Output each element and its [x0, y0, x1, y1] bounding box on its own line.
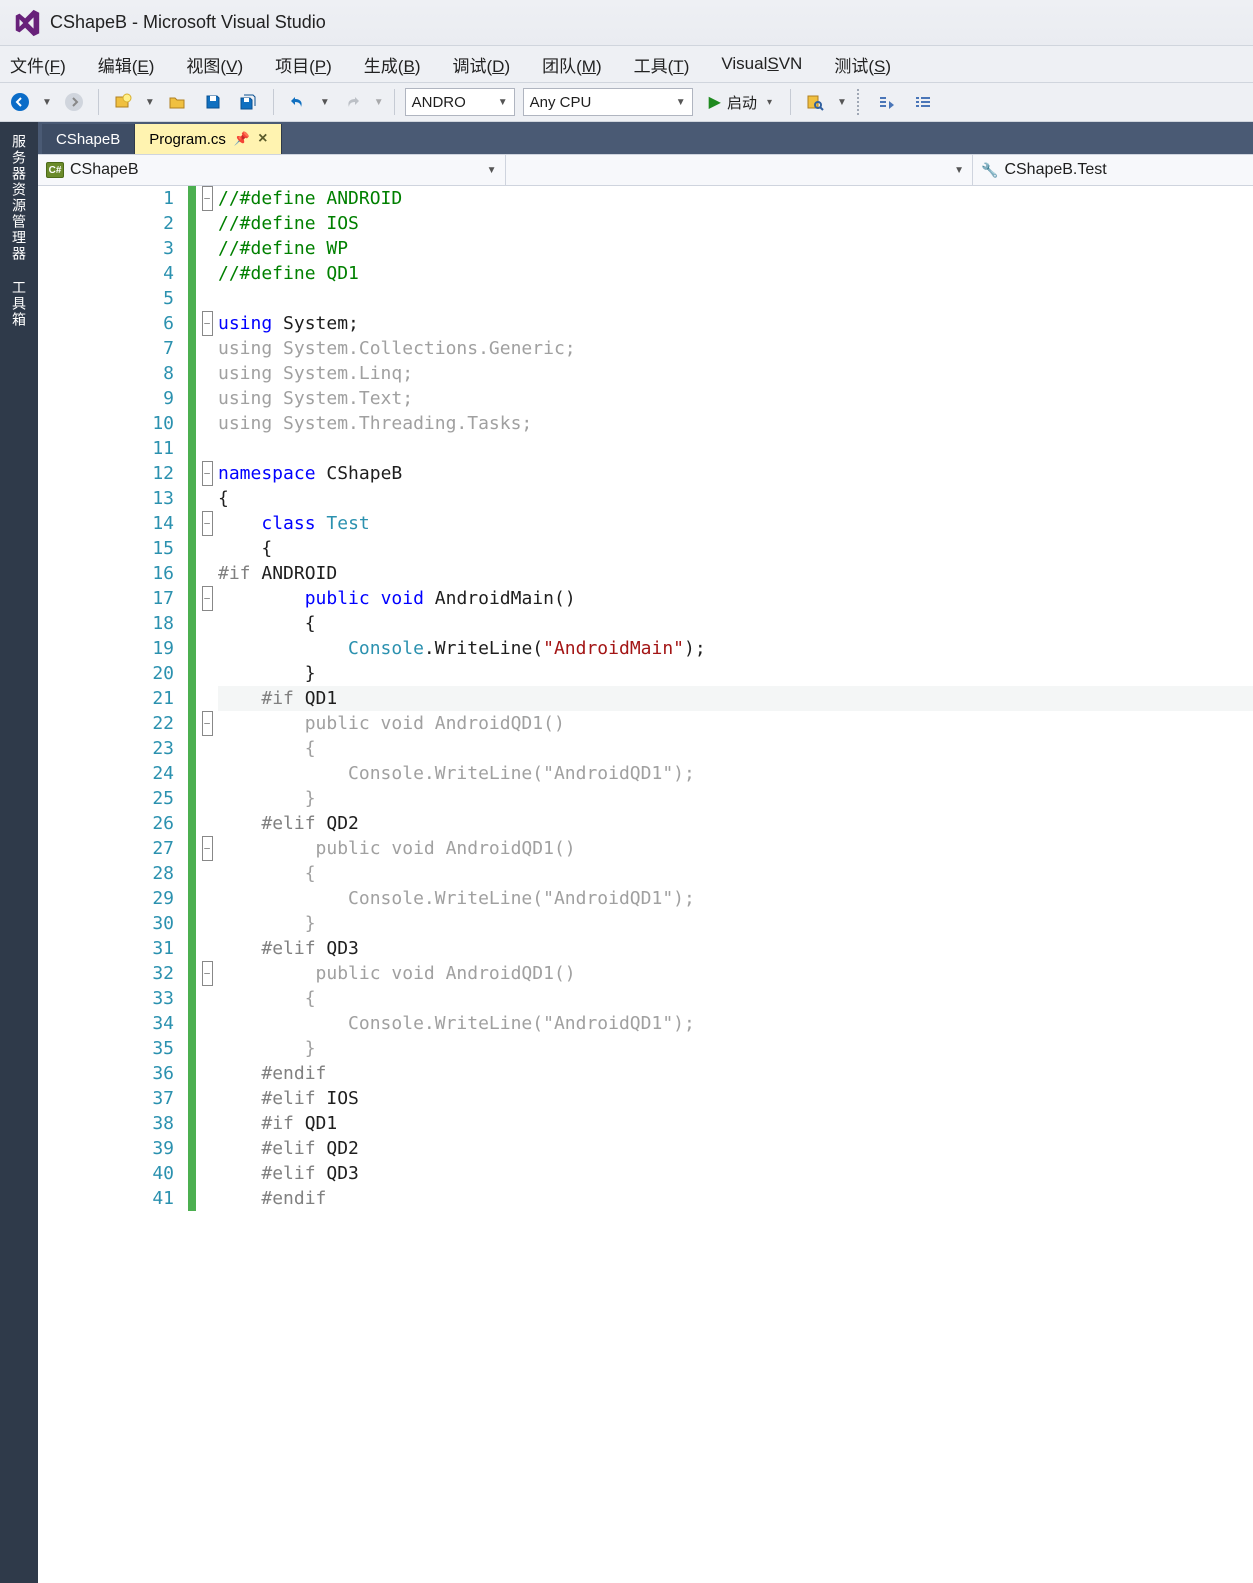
chevron-down-icon[interactable]: ▼ [374, 97, 384, 108]
menu-test[interactable]: 测试(S) [830, 48, 895, 81]
redo-button[interactable] [338, 88, 366, 116]
code-nav-bar: C# CShapeB ▼ ▼ 🔧 CShapeB.Test [38, 154, 1253, 186]
step-button[interactable] [873, 88, 901, 116]
chevron-down-icon[interactable]: ▼ [42, 97, 52, 108]
window-title: CShapeB - Microsoft Visual Studio [50, 12, 326, 33]
chevron-down-icon[interactable]: ▼ [320, 97, 330, 108]
csharp-icon: C# [46, 162, 64, 178]
side-tab-well: 服务器资源管理器 工具箱 [0, 122, 38, 1583]
comment-button[interactable] [909, 88, 937, 116]
start-debug-button[interactable]: ▶启动▾ [701, 88, 780, 116]
line-number-gutter: 1234567891011121314151617181920212223242… [38, 186, 188, 1583]
visual-studio-icon [12, 8, 42, 38]
server-explorer-tab[interactable]: 服务器资源管理器 [5, 128, 33, 268]
close-icon[interactable]: × [258, 130, 267, 148]
menu-bar: 文件(F) 编辑(E) 视图(V) 项目(P) 生成(B) 调试(D) 团队(M… [0, 46, 1253, 82]
toolbox-tab[interactable]: 工具箱 [5, 274, 33, 334]
new-project-button[interactable] [109, 88, 137, 116]
type-selector[interactable]: ▼ [506, 155, 974, 185]
title-bar: CShapeB - Microsoft Visual Studio [0, 0, 1253, 46]
member-selector[interactable]: 🔧 CShapeB.Test [973, 155, 1253, 185]
project-selector[interactable]: C# CShapeB ▼ [38, 155, 506, 185]
doc-tab-project[interactable]: CShapeB [42, 124, 135, 154]
chevron-down-icon[interactable]: ▼ [145, 97, 155, 108]
find-in-files-button[interactable] [801, 88, 829, 116]
doc-tab-program-cs[interactable]: Program.cs 📌 × [135, 124, 282, 154]
code-editor[interactable]: 1234567891011121314151617181920212223242… [38, 186, 1253, 1583]
menu-visualsvn[interactable]: VisualSVN [717, 50, 806, 78]
solution-config-dropdown[interactable]: ANDRO▼ [405, 88, 515, 116]
menu-edit[interactable]: 编辑(E) [94, 48, 159, 81]
menu-view[interactable]: 视图(V) [182, 48, 247, 81]
menu-debug[interactable]: 调试(D) [448, 48, 514, 81]
menu-project[interactable]: 项目(P) [271, 48, 336, 81]
play-icon: ▶ [709, 92, 721, 112]
change-indicator-bar [188, 186, 196, 1583]
code-content[interactable]: //#define ANDROID//#define IOS//#define … [218, 186, 1253, 1583]
document-tab-row: CShapeB Program.cs 📌 × [38, 122, 1253, 154]
undo-button[interactable] [284, 88, 312, 116]
menu-team[interactable]: 团队(M) [538, 48, 606, 81]
menu-build[interactable]: 生成(B) [360, 48, 425, 81]
nav-forward-button[interactable] [60, 88, 88, 116]
menu-tools[interactable]: 工具(T) [630, 48, 694, 81]
solution-platform-dropdown[interactable]: Any CPU▼ [523, 88, 693, 116]
menu-file[interactable]: 文件(F) [6, 48, 70, 81]
tool-bar: ▼ ▼ ▼ ▼ ANDRO▼ Any CPU▼ ▶启动▾ ▼ [0, 82, 1253, 122]
save-all-button[interactable] [235, 88, 263, 116]
outline-fold-column[interactable]: −−−−−−−− [196, 186, 218, 1583]
save-button[interactable] [199, 88, 227, 116]
nav-back-button[interactable] [6, 88, 34, 116]
chevron-down-icon[interactable]: ▼ [837, 97, 847, 108]
open-file-button[interactable] [163, 88, 191, 116]
pin-icon[interactable]: 📌 [234, 131, 250, 147]
class-icon: 🔧 [981, 162, 998, 179]
